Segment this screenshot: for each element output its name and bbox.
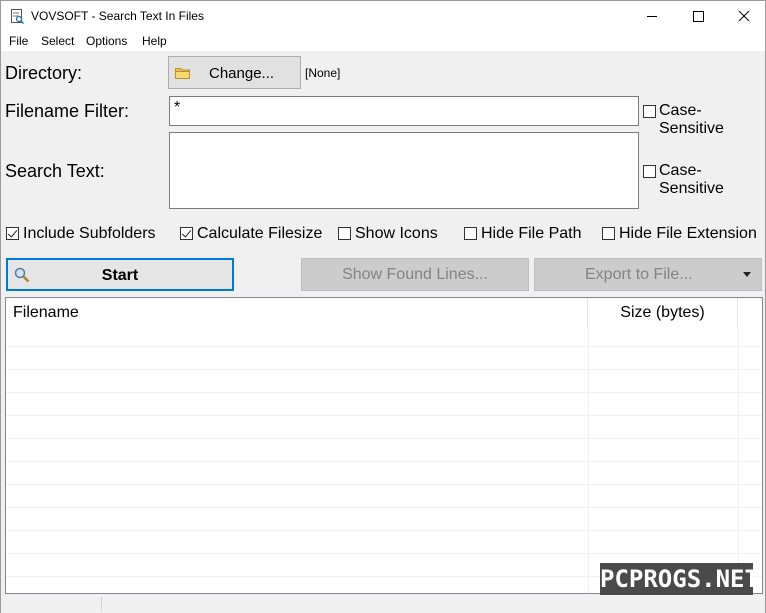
grid-line <box>6 415 762 416</box>
change-button-label: Change... <box>209 65 275 82</box>
grid-line <box>588 328 589 593</box>
directory-value: [None] <box>305 66 341 80</box>
hide-file-extension-checkbox[interactable] <box>602 227 615 240</box>
results-list[interactable]: Filename Size (bytes) <box>5 297 763 594</box>
grid-line <box>6 438 762 439</box>
dropdown-arrow-icon[interactable] <box>743 272 751 277</box>
menu-bar: File Select Options Help <box>1 32 765 51</box>
calculate-filesize-label: Calculate Filesize <box>197 225 323 242</box>
start-button-label: Start <box>101 267 139 284</box>
menu-file[interactable]: File <box>9 34 28 48</box>
app-window: VOVSOFT - Search Text In Files File Sele… <box>0 0 766 613</box>
app-icon <box>11 9 24 24</box>
grid-line <box>6 346 762 347</box>
column-header-size[interactable]: Size (bytes) <box>588 298 738 328</box>
search-text-label: Search Text: <box>5 161 105 181</box>
include-subfolders-label: Include Subfolders <box>23 225 156 242</box>
directory-label: Directory: <box>5 63 83 83</box>
grid-line <box>6 392 762 393</box>
include-subfolders-checkbox[interactable] <box>6 227 19 240</box>
minimize-icon <box>647 16 657 17</box>
menu-select[interactable]: Select <box>41 34 74 48</box>
export-to-file-label: Export to File... <box>585 266 693 283</box>
hide-file-path-label: Hide File Path <box>481 225 582 242</box>
column-header-filename[interactable]: Filename <box>6 298 588 328</box>
window-title: VOVSOFT - Search Text In Files <box>31 9 204 23</box>
title-bar: VOVSOFT - Search Text In Files <box>1 1 765 32</box>
status-separator <box>101 597 102 611</box>
filter-case-sensitive-checkbox[interactable] <box>643 105 656 118</box>
search-text-input[interactable] <box>169 132 639 209</box>
minimize-button[interactable] <box>629 1 675 32</box>
start-button[interactable]: Start <box>6 258 234 291</box>
show-found-lines-label: Show Found Lines... <box>342 266 488 283</box>
show-icons-checkbox[interactable] <box>338 227 351 240</box>
grid-line <box>6 507 762 508</box>
calculate-filesize-checkbox[interactable] <box>180 227 193 240</box>
grid-line <box>6 484 762 485</box>
folder-icon <box>175 68 190 79</box>
close-button[interactable] <box>721 1 766 32</box>
search-case-sensitive-label: Case-Sensitive <box>659 162 724 197</box>
grid-line <box>738 328 739 593</box>
grid-line <box>6 369 762 370</box>
status-bar <box>1 595 765 613</box>
maximize-icon <box>693 11 704 22</box>
export-to-file-button[interactable]: Export to File... <box>534 258 762 291</box>
watermark: PCPROGS.NET <box>600 563 759 595</box>
change-directory-button[interactable]: Change... <box>168 56 301 89</box>
maximize-button[interactable] <box>675 1 721 32</box>
search-case-sensitive-checkbox[interactable] <box>643 165 656 178</box>
show-found-lines-button[interactable]: Show Found Lines... <box>301 258 529 291</box>
menu-help[interactable]: Help <box>142 34 167 48</box>
filter-case-sensitive-label: Case-Sensitive <box>659 102 724 137</box>
hide-file-extension-label: Hide File Extension <box>619 225 757 242</box>
show-icons-label: Show Icons <box>355 225 438 242</box>
close-icon <box>738 10 750 22</box>
filename-filter-label: Filename Filter: <box>5 101 130 121</box>
filename-filter-input[interactable]: * <box>169 96 639 126</box>
grid-line <box>6 553 762 554</box>
menu-options[interactable]: Options <box>86 34 127 48</box>
hide-file-path-checkbox[interactable] <box>464 227 477 240</box>
grid-line <box>6 530 762 531</box>
grid-line <box>6 461 762 462</box>
